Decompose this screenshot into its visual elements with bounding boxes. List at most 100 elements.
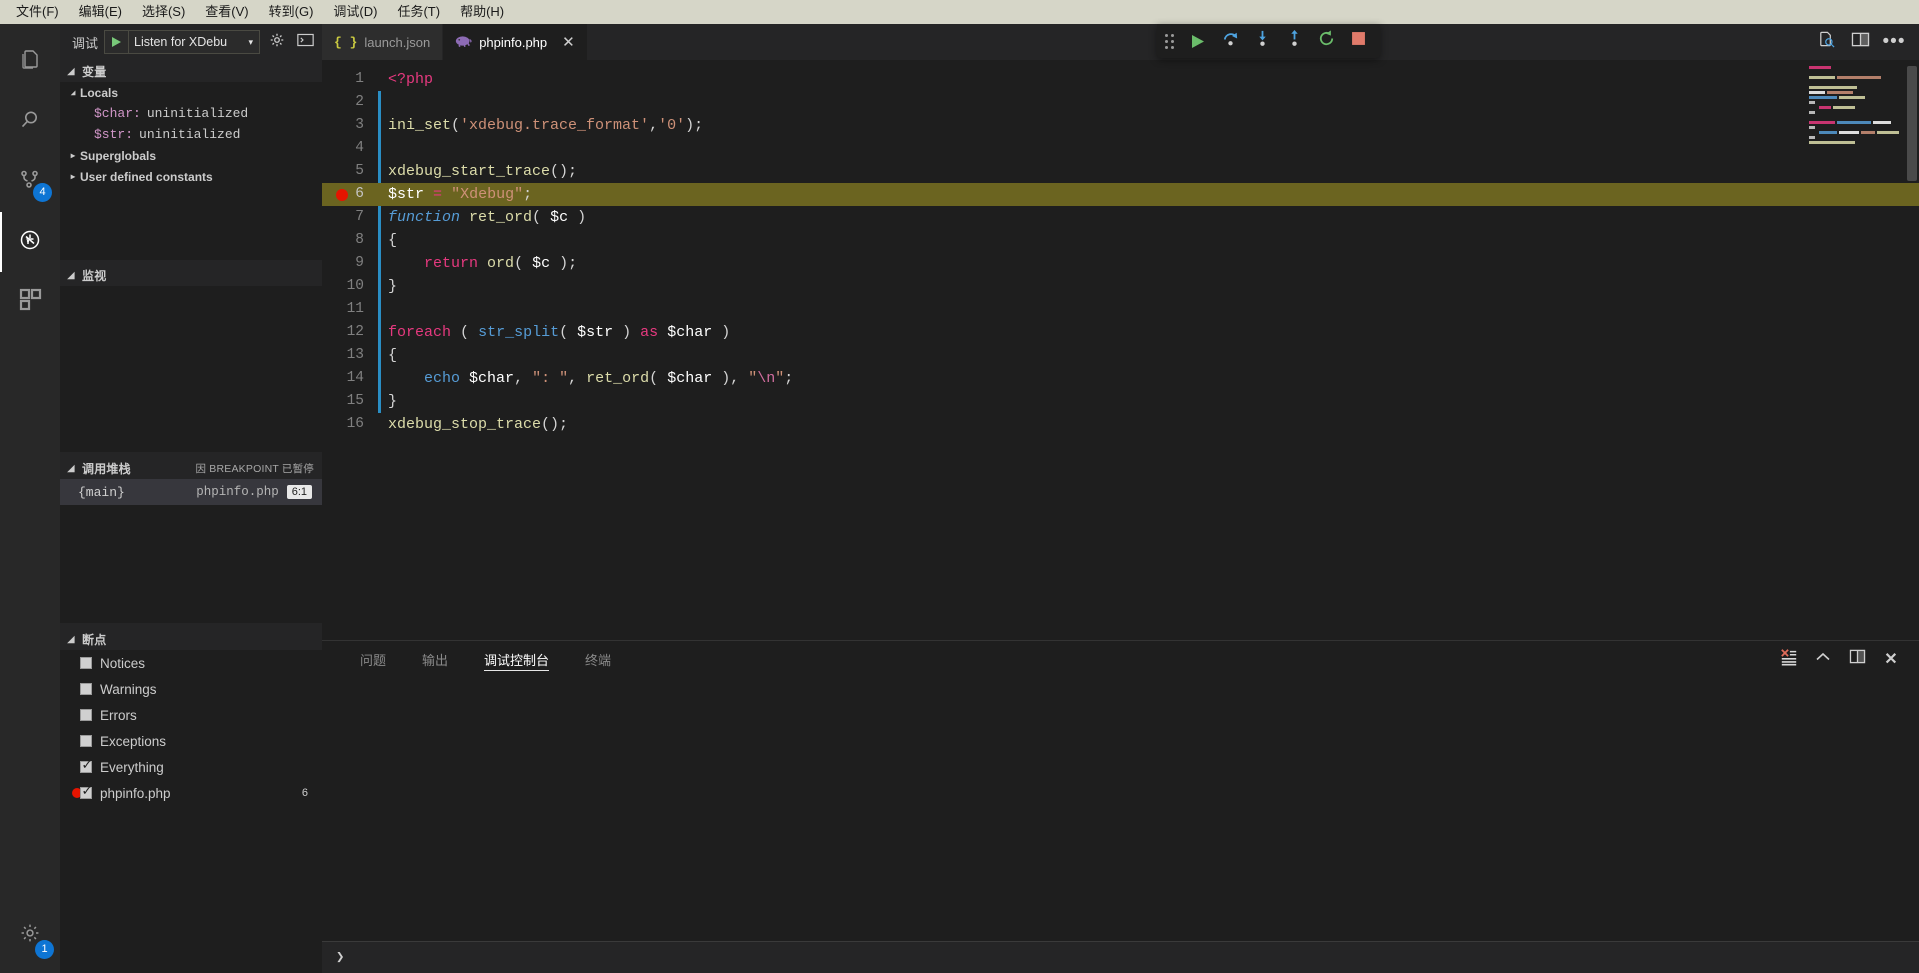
close-panel-button[interactable]: ✕ xyxy=(1877,645,1905,673)
activitybar-manage[interactable]: 1 xyxy=(0,905,60,965)
code-line[interactable]: 1 <?php xyxy=(322,68,1919,91)
code-line[interactable]: 10} xyxy=(322,275,1919,298)
breakpoint-line-number: 6 xyxy=(301,787,308,799)
breakpoint-row[interactable]: Exceptions xyxy=(60,728,322,754)
step-over-button[interactable] xyxy=(1214,24,1246,58)
tab-close-button[interactable]: ✕ xyxy=(562,35,575,50)
menu-item-edit[interactable]: 编辑(E) xyxy=(69,1,132,23)
breakpoint-row[interactable]: Errors xyxy=(60,702,322,728)
section-header-watch[interactable]: ◢ 监视 xyxy=(60,264,322,286)
debug-sidebar: 调试 Listen for XDebu ▾ ◢ 变量 ◢ Locals $cha… xyxy=(60,24,322,973)
activitybar-extensions[interactable] xyxy=(0,272,60,332)
variables-group-locals[interactable]: ◢ Locals xyxy=(60,82,322,103)
maximize-panel-button[interactable] xyxy=(1809,645,1837,673)
bottom-panel: 问题 输出 调试控制台 终端 ✕ ❯ xyxy=(322,640,1919,973)
section-header-variables[interactable]: ◢ 变量 xyxy=(60,60,322,82)
watch-list[interactable] xyxy=(60,286,322,452)
stop-icon xyxy=(1351,31,1366,51)
code-line[interactable]: 5 xdebug_start_trace(); xyxy=(322,160,1919,183)
start-debug-button[interactable] xyxy=(105,31,130,53)
variable-name: $str: xyxy=(94,127,134,142)
variables-group-user-constants[interactable]: ▶ User defined constants xyxy=(60,166,322,187)
menu-item-view[interactable]: 查看(V) xyxy=(195,1,258,23)
breakpoint-row-file[interactable]: phpinfo.php 6 xyxy=(60,780,322,806)
activitybar-search[interactable] xyxy=(0,92,60,152)
section-header-callstack[interactable]: ◢ 调用堆栈 因 BREAKPOINT 已暂停 xyxy=(60,457,322,479)
breakpoint-checkbox[interactable] xyxy=(80,735,92,747)
menu-item-debug[interactable]: 调试(D) xyxy=(323,1,387,23)
stack-frame-file: phpinfo.php xyxy=(196,485,279,499)
launch-config-dropdown[interactable]: Listen for XDebu ▾ xyxy=(104,30,260,54)
variable-row[interactable]: $char: uninitialized xyxy=(60,103,322,124)
tab-terminal[interactable]: 终端 xyxy=(567,641,629,677)
menu-item-help[interactable]: 帮助(H) xyxy=(450,1,514,23)
breakpoint-checkbox[interactable] xyxy=(80,709,92,721)
activitybar-explorer[interactable] xyxy=(0,32,60,92)
breakpoint-checkbox[interactable] xyxy=(80,657,92,669)
variable-row[interactable]: $str: uninitialized xyxy=(60,124,322,145)
debug-console-button[interactable] xyxy=(294,33,316,52)
menu-item-tasks[interactable]: 任务(T) xyxy=(387,1,450,23)
menu-item-goto[interactable]: 转到(G) xyxy=(259,1,324,23)
breakpoints-list[interactable]: Notices Warnings Errors Exceptions Every… xyxy=(60,650,322,973)
line-content: function ret_ord( $c ) xyxy=(388,209,587,226)
breakpoint-row[interactable]: Everything xyxy=(60,754,322,780)
step-into-button[interactable] xyxy=(1246,24,1278,58)
tab-launch-json[interactable]: { } launch.json xyxy=(322,24,444,60)
more-actions-button[interactable]: ••• xyxy=(1879,27,1909,57)
debug-console-input[interactable]: ❯ xyxy=(322,941,1919,973)
editor-scrollbar-thumb[interactable] xyxy=(1907,66,1917,181)
code-line[interactable]: 12 foreach ( str_split( $str ) as $char ) xyxy=(322,321,1919,344)
code-line-current[interactable]: 6 $str = "Xdebug"; xyxy=(322,183,1919,206)
tab-output[interactable]: 输出 xyxy=(404,641,466,677)
variables-group-superglobals[interactable]: ▶ Superglobals xyxy=(60,145,322,166)
code-line[interactable]: 9 return ord( $c ); xyxy=(322,252,1919,275)
tab-phpinfo-php[interactable]: phpinfo.php ✕ xyxy=(443,24,588,60)
continue-button[interactable] xyxy=(1182,24,1214,58)
open-preview-button[interactable] xyxy=(1811,27,1841,57)
breakpoint-dot-icon[interactable] xyxy=(336,188,348,201)
close-icon: ✕ xyxy=(1884,651,1898,668)
step-out-button[interactable] xyxy=(1278,24,1310,58)
callstack-list[interactable]: {main} phpinfo.php 6:1 xyxy=(60,479,322,623)
breakpoint-checkbox[interactable] xyxy=(80,683,92,695)
menu-item-file[interactable]: 文件(F) xyxy=(6,1,69,23)
stop-button[interactable] xyxy=(1342,24,1374,58)
debug-console-output[interactable] xyxy=(322,677,1919,941)
minimap[interactable] xyxy=(1809,66,1905,186)
code-line[interactable]: 8{ xyxy=(322,229,1919,252)
restart-button[interactable] xyxy=(1310,24,1342,58)
activitybar-run-and-debug[interactable] xyxy=(0,212,60,272)
split-panel-button[interactable] xyxy=(1843,645,1871,673)
code-line[interactable]: 15} xyxy=(322,390,1919,413)
breakpoint-row[interactable]: Warnings xyxy=(60,676,322,702)
code-editor[interactable]: 1 <?php 2 3 ini_set('xdebug.trace_format',… xyxy=(322,60,1919,640)
callstack-row[interactable]: {main} phpinfo.php 6:1 xyxy=(60,479,322,505)
activitybar-source-control[interactable]: 4 xyxy=(0,152,60,212)
split-editor-button[interactable] xyxy=(1845,27,1875,57)
breakpoint-checkbox[interactable] xyxy=(80,758,93,773)
drag-handle[interactable] xyxy=(1165,33,1174,49)
code-line[interactable]: 11 xyxy=(322,298,1919,321)
code-line[interactable]: 4 xyxy=(322,137,1919,160)
open-launch-json-button[interactable] xyxy=(266,32,288,53)
section-header-breakpoints[interactable]: ◢ 断点 xyxy=(60,628,322,650)
code-line[interactable]: 3 ini_set('xdebug.trace_format','0'); xyxy=(322,114,1919,137)
code-lines[interactable]: 1 <?php 2 3 ini_set('xdebug.trace_format',… xyxy=(322,60,1919,640)
code-line[interactable]: 14 echo $char, ": ", ret_ord( $char ), "… xyxy=(322,367,1919,390)
variables-tree[interactable]: ◢ Locals $char: uninitialized $str: unin… xyxy=(60,82,322,260)
code-line[interactable]: 7 function ret_ord( $c ) xyxy=(322,206,1919,229)
code-line[interactable]: 2 xyxy=(322,91,1919,114)
line-number: 11 xyxy=(346,301,364,317)
panel-tabs: 问题 输出 调试控制台 终端 ✕ xyxy=(322,641,1919,677)
code-line[interactable]: 13 { xyxy=(322,344,1919,367)
tab-debug-console[interactable]: 调试控制台 xyxy=(466,641,567,677)
clear-console-button[interactable] xyxy=(1775,645,1803,673)
breakpoint-checkbox[interactable] xyxy=(80,784,93,799)
step-into-icon xyxy=(1253,29,1272,53)
chevron-down-icon: ◢ xyxy=(67,462,75,473)
breakpoint-row[interactable]: Notices xyxy=(60,650,322,676)
menu-item-selection[interactable]: 选择(S) xyxy=(132,1,195,23)
code-line[interactable]: 16 xdebug_stop_trace(); xyxy=(322,413,1919,436)
tab-problems[interactable]: 问题 xyxy=(342,641,404,677)
